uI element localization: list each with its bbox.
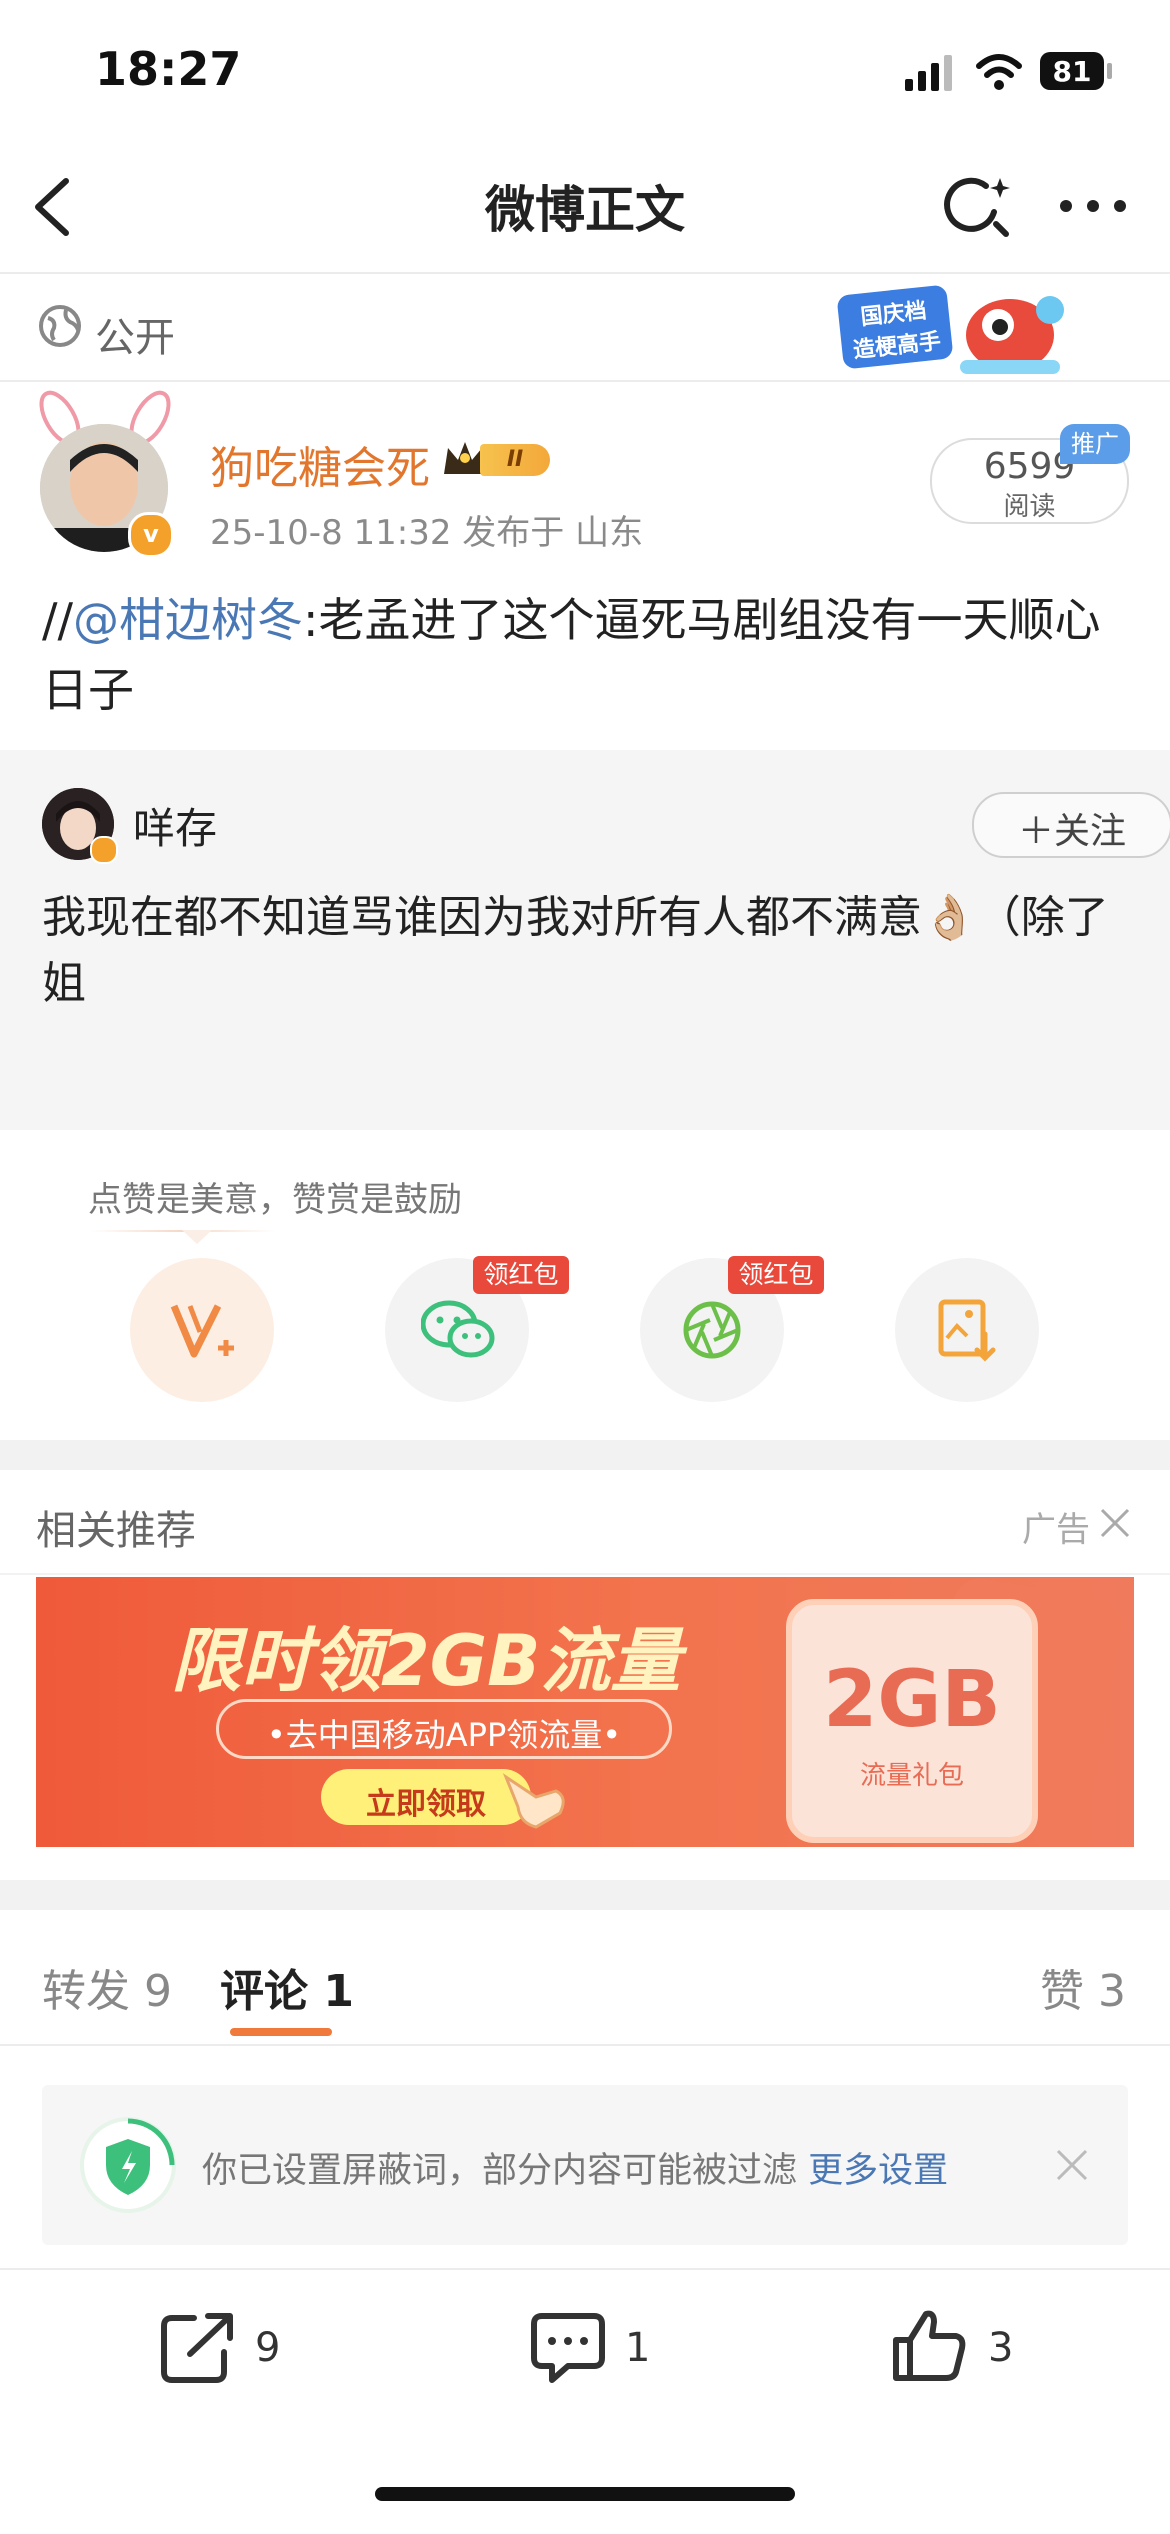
more-settings-link[interactable]: 更多设置	[808, 2151, 948, 2191]
home-indicator	[375, 2487, 795, 2501]
visibility-label: 公开	[95, 315, 175, 361]
repost-prefix: //	[42, 593, 73, 647]
repost-icon[interactable]	[158, 2310, 238, 2386]
read-label: 阅读	[1003, 492, 1056, 522]
shield-icon	[80, 2117, 176, 2213]
post-meta: 25-10-8 11:32 发布于 山东	[210, 513, 644, 553]
author-name[interactable]: 狗吃糖会死	[210, 432, 430, 496]
ad-gift-card: 2GB 流量礼包	[786, 1599, 1038, 1843]
banner-badge: 国庆档 造梗高手	[836, 284, 954, 370]
cellular-signal-icon	[905, 55, 952, 91]
ad-headline: 限时领2GB流量	[171, 1620, 681, 1702]
vip-level-badge[interactable]: II	[440, 436, 560, 482]
battery-level: 81	[1052, 55, 1092, 88]
tab-comment-label: 评论	[220, 1966, 308, 2017]
red-packet-tag: 领红包	[728, 1256, 824, 1294]
post-content: //@柑边树冬:老孟进了这个逼死马剧组没有一天顺心日子	[42, 585, 1132, 725]
tab-repost[interactable]: 转发 9	[42, 1955, 172, 2019]
mention-link[interactable]: @柑边树冬	[73, 593, 303, 647]
section-divider	[0, 1880, 1170, 1910]
comment-count: 1	[625, 2325, 651, 2371]
refresh-sparkle-icon[interactable]	[944, 172, 1012, 240]
reward-button[interactable]	[130, 1258, 274, 1402]
ad-card-amount: 2GB	[823, 1655, 1001, 1745]
reward-tip: 点赞是美意，赞赏是鼓励	[88, 1180, 462, 1220]
tab-comment[interactable]: 评论 1	[220, 1955, 354, 2019]
mascot-icon	[960, 296, 1064, 374]
follow-label: ＋关注	[1017, 811, 1127, 852]
status-bar: 18:27 81	[0, 0, 1170, 150]
ad-subline: •去中国移动APP领流量•	[266, 1716, 622, 1754]
save-image-button[interactable]	[895, 1258, 1039, 1402]
tab-like[interactable]: 赞 3	[1040, 1955, 1126, 2019]
status-time: 18:27	[95, 42, 242, 96]
tab-repost-count: 9	[144, 1966, 172, 2017]
active-tab-indicator	[230, 2028, 332, 2036]
verified-badge-icon: v	[128, 512, 174, 558]
moments-shutter-icon	[683, 1301, 741, 1359]
repost-count: 9	[255, 2325, 281, 2371]
filter-notice-text: 你已设置屏蔽词，部分内容可能被过滤 更多设置	[202, 2142, 948, 2193]
close-notice-icon[interactable]	[1054, 2147, 1090, 2183]
wechat-icon	[421, 1300, 495, 1358]
verified-badge-icon	[90, 836, 118, 864]
tab-like-count: 3	[1098, 1966, 1126, 2017]
like-count: 3	[988, 2325, 1014, 2371]
ad-label: 广告	[1022, 1510, 1090, 1550]
close-ad-icon[interactable]	[1098, 1506, 1132, 1540]
ad-banner[interactable]: 限时领2GB流量 •去中国移动APP领流量• 立即领取 2GB 流量礼包	[36, 1577, 1134, 1847]
ad-sub-pill: •去中国移动APP领流量•	[216, 1699, 672, 1759]
ad-card-label: 流量礼包	[859, 1761, 964, 1791]
original-post-text: 我现在都不知道骂谁因为我对所有人都不满意👌🏼（除了姐	[42, 892, 1109, 1009]
tab-like-label: 赞	[1040, 1966, 1084, 2017]
filter-notice: 你已设置屏蔽词，部分内容可能被过滤 更多设置	[42, 2085, 1128, 2245]
vip-level-tag: II	[480, 444, 550, 476]
recommend-title: 相关推荐	[36, 1508, 196, 1554]
festival-banner[interactable]: 国庆档 造梗高手	[830, 280, 1080, 380]
tab-comment-count: 1	[323, 1966, 354, 2017]
follow-button[interactable]: ＋关注	[972, 792, 1170, 858]
battery-cap	[1107, 63, 1112, 79]
section-divider	[0, 1440, 1170, 1470]
battery-icon: 81	[1040, 52, 1104, 90]
globe-icon	[39, 305, 81, 347]
original-author-name[interactable]: 咩存	[133, 795, 217, 856]
more-options-icon[interactable]	[1058, 198, 1128, 214]
tab-repost-label: 转发	[42, 1966, 130, 2017]
reward-v-icon	[170, 1304, 234, 1358]
promo-badge: 推广	[1060, 424, 1130, 464]
red-packet-tag: 领红包	[473, 1256, 569, 1294]
comment-icon[interactable]	[528, 2310, 608, 2386]
vip-level-text: II	[506, 447, 524, 472]
save-image-icon	[938, 1299, 996, 1362]
pointing-hand-icon	[502, 1773, 565, 1829]
wifi-icon	[976, 54, 1022, 90]
tip-pointer-icon	[182, 1230, 212, 1244]
like-icon[interactable]	[890, 2306, 970, 2386]
follow-text: 关注	[1054, 811, 1127, 852]
notice-message: 你已设置屏蔽词，部分内容可能被过滤	[202, 2151, 809, 2191]
